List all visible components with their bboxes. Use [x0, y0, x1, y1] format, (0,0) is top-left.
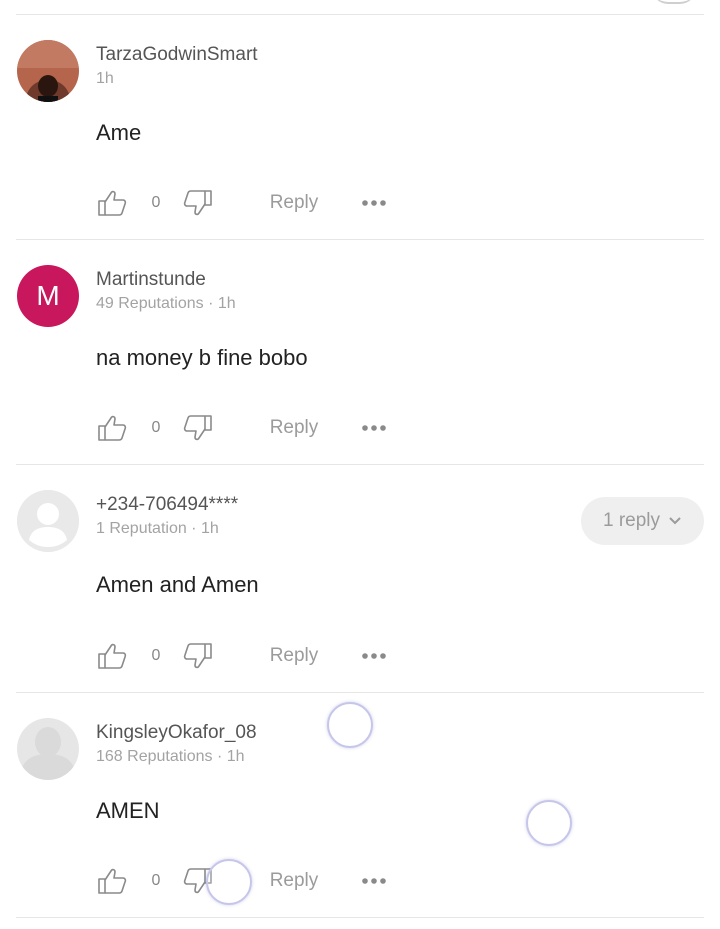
thumbs-up-icon[interactable]	[96, 412, 128, 444]
divider	[16, 917, 704, 918]
partial-icon	[652, 0, 696, 4]
chevron-down-icon	[668, 510, 682, 532]
comment-meta: 168 Reputations · 1h	[96, 748, 245, 765]
thumbs-up-icon[interactable]	[96, 865, 128, 897]
reply-button[interactable]: Reply	[268, 187, 320, 219]
username[interactable]: +234-706494****	[96, 494, 238, 516]
comment-meta: 1h	[96, 70, 114, 87]
reply-button[interactable]: Reply	[268, 640, 320, 672]
more-dots-icon[interactable]	[360, 640, 388, 672]
like-count: 0	[151, 419, 161, 436]
comment-meta: 49 Reputations · 1h	[96, 295, 236, 312]
username[interactable]: KingsleyOkafor_08	[96, 722, 257, 744]
comment-item: TarzaGodwinSmart 1h Ame 0 Reply	[0, 15, 720, 240]
thumbs-down-icon[interactable]	[182, 187, 214, 219]
comment-text: na money b fine bobo	[96, 345, 308, 370]
more-dots-icon[interactable]	[360, 412, 388, 444]
comment-text: Ame	[96, 120, 142, 145]
like-count: 0	[151, 647, 161, 664]
comment-text: AMEN	[96, 798, 160, 823]
default-user-icon[interactable]	[17, 490, 79, 552]
thumbs-up-icon[interactable]	[96, 187, 128, 219]
thumbs-down-icon[interactable]	[182, 412, 214, 444]
more-dots-icon[interactable]	[360, 865, 388, 897]
username[interactable]: TarzaGodwinSmart	[96, 44, 258, 66]
like-count: 0	[151, 194, 161, 211]
touch-indicator	[327, 702, 373, 748]
like-count: 0	[151, 872, 161, 889]
replies-count-label: 1 reply	[602, 510, 661, 531]
username[interactable]: Martinstunde	[96, 269, 206, 291]
more-dots-icon[interactable]	[360, 187, 388, 219]
thumbs-down-icon[interactable]	[182, 640, 214, 672]
reply-button[interactable]: Reply	[268, 865, 320, 897]
avatar[interactable]	[17, 40, 79, 102]
reply-button[interactable]: Reply	[268, 412, 320, 444]
comment-meta: 1 Reputation · 1h	[96, 520, 219, 537]
thumbs-up-icon[interactable]	[96, 640, 128, 672]
comment-text: Amen and Amen	[96, 572, 259, 597]
comment-item: M Martinstunde 49 Reputations · 1h na mo…	[0, 240, 720, 465]
default-user-icon[interactable]	[17, 718, 79, 780]
avatar[interactable]: M	[17, 265, 79, 327]
touch-indicator	[526, 800, 572, 846]
view-replies-button[interactable]: 1 reply	[581, 497, 704, 545]
comment-item: +234-706494**** 1 Reputation · 1h 1 repl…	[0, 465, 720, 693]
touch-indicator	[206, 859, 252, 905]
